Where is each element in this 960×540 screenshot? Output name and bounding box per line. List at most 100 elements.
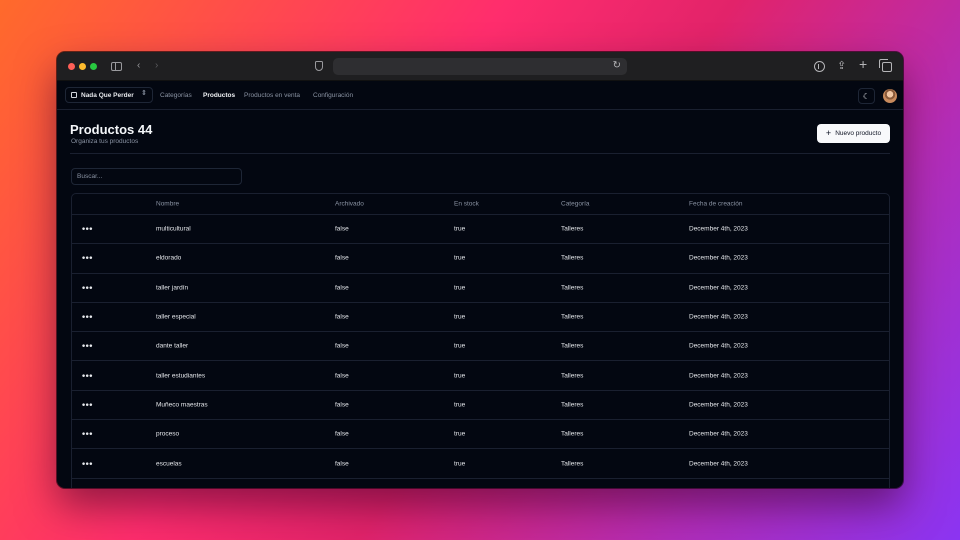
cell-en-stock: true	[454, 225, 466, 233]
cell-nombre: taller jardín	[156, 284, 189, 292]
theme-toggle-button[interactable]: ☾	[858, 88, 875, 104]
cell-fecha: December 4th, 2023	[689, 254, 748, 262]
nav-configuracion[interactable]: Configuración	[313, 92, 353, 99]
chevron-left-icon[interactable]: ‹	[137, 60, 140, 72]
cell-categoria: Talleres	[561, 342, 584, 350]
reload-icon[interactable]: ↻	[613, 60, 621, 71]
cell-nombre: dante taller	[156, 342, 189, 350]
close-window-button[interactable]	[68, 63, 75, 70]
nav-categorias[interactable]: Categorías	[160, 92, 192, 99]
cell-nombre: Muñeco maestras	[156, 401, 208, 409]
cell-categoria: Talleres	[561, 460, 584, 468]
cell-en-stock: true	[454, 313, 466, 321]
maximize-window-button[interactable]	[90, 63, 97, 70]
cell-nombre: escuelas	[156, 460, 182, 468]
cell-categoria: Talleres	[561, 254, 584, 262]
cell-en-stock: true	[454, 430, 466, 438]
cell-fecha: December 4th, 2023	[689, 460, 748, 468]
cell-en-stock: true	[454, 342, 466, 350]
row-actions-button[interactable]: •••	[82, 400, 93, 409]
column-header-fecha[interactable]: Fecha de creación	[689, 201, 742, 208]
cell-nombre: taller estudiantes	[156, 372, 206, 380]
cell-fecha: December 4th, 2023	[689, 342, 748, 350]
cell-archivado: false	[335, 430, 349, 438]
row-actions-button[interactable]: •••	[82, 371, 93, 380]
column-header-nombre[interactable]: Nombre	[156, 201, 179, 208]
cell-nombre: multicultural	[156, 225, 191, 233]
table-header: Nombre Archivado En stock Categoría Fech…	[72, 194, 889, 215]
cell-archivado: false	[335, 254, 349, 262]
address-bar[interactable]: ↻	[333, 58, 627, 75]
table-row[interactable]: ••• taller jardín false true Talleres Decembe…	[72, 274, 889, 303]
row-actions-button[interactable]: •••	[82, 459, 93, 468]
cell-archivado: false	[335, 401, 349, 409]
cell-nombre: taller especial	[156, 313, 196, 321]
download-icon[interactable]	[814, 61, 825, 72]
cell-archivado: false	[335, 460, 349, 468]
cell-categoria: Talleres	[561, 372, 584, 380]
divider	[70, 153, 890, 154]
page-title: Productos 44	[70, 122, 153, 137]
cell-categoria: Talleres	[561, 284, 584, 292]
cell-fecha: December 4th, 2023	[689, 372, 748, 380]
table-body: ••• multicultural false true Talleres Decembe…	[72, 215, 889, 479]
cell-en-stock: true	[454, 401, 466, 409]
shield-icon[interactable]	[315, 61, 323, 71]
cell-archivado: false	[335, 225, 349, 233]
table-row[interactable]: ••• taller estudiantes false true Talleres De…	[72, 361, 889, 391]
row-actions-button[interactable]: •••	[82, 283, 93, 292]
plus-icon[interactable]: +	[859, 56, 867, 72]
cell-en-stock: true	[454, 460, 466, 468]
minimize-window-button[interactable]	[79, 63, 86, 70]
cell-nombre: proceso	[156, 430, 180, 438]
cell-categoria: Talleres	[561, 225, 584, 233]
cell-nombre: eldorado	[156, 254, 182, 262]
cell-fecha: December 4th, 2023	[689, 430, 748, 438]
nav-productos-en-venta[interactable]: Productos en venta	[244, 92, 300, 99]
store-icon	[71, 92, 77, 98]
table-row[interactable]: ••• dante taller false true Talleres December…	[72, 332, 889, 362]
row-actions-button[interactable]: •••	[82, 312, 93, 322]
new-product-label: Nuevo producto	[835, 130, 882, 137]
page-subtitle: Organiza tus productos	[71, 138, 139, 145]
table-row[interactable]: ••• multicultural false true Talleres Decembe…	[72, 215, 889, 245]
moon-icon: ☾	[862, 91, 871, 101]
cell-categoria: Talleres	[561, 313, 584, 321]
share-icon[interactable]: ⇪	[837, 59, 846, 72]
cell-archivado: false	[335, 284, 349, 292]
table-row[interactable]: ••• Muñeco maestras false true Talleres Decem…	[72, 391, 889, 421]
row-actions-button[interactable]: •••	[82, 341, 93, 351]
browser-toolbar: ‹ › ↻ ⇪ +	[57, 52, 903, 81]
app-header: Nada Que Perder ⇕ Categorías Productos P…	[57, 81, 903, 110]
cell-categoria: Talleres	[561, 401, 584, 409]
cell-en-stock: true	[454, 372, 466, 380]
store-switcher[interactable]: Nada Que Perder ⇕	[65, 87, 153, 103]
column-header-en-stock[interactable]: En stock	[454, 201, 479, 208]
column-header-archivado[interactable]: Archivado	[335, 201, 364, 208]
tabs-overview-icon[interactable]	[879, 59, 892, 72]
cell-fecha: December 4th, 2023	[689, 284, 748, 292]
cell-archivado: false	[335, 372, 349, 380]
row-actions-button[interactable]: •••	[82, 253, 93, 263]
table-row[interactable]: ••• proceso false true Talleres December 4th,…	[72, 420, 889, 450]
row-actions-button[interactable]: •••	[82, 224, 93, 234]
new-product-button[interactable]: + Nuevo producto	[817, 124, 890, 143]
plus-icon: +	[825, 128, 832, 138]
browser-window: ‹ › ↻ ⇪ + Nada Que Perder ⇕ Categorías P…	[57, 52, 903, 488]
cell-en-stock: true	[454, 284, 466, 292]
cell-fecha: December 4th, 2023	[689, 225, 748, 233]
row-actions-button[interactable]: •••	[82, 429, 93, 439]
nav-productos[interactable]: Productos	[203, 92, 235, 99]
cell-archivado: false	[335, 313, 349, 321]
sidebar-icon[interactable]	[111, 62, 122, 71]
cell-fecha: December 4th, 2023	[689, 313, 748, 321]
cell-categoria: Talleres	[561, 430, 584, 438]
cell-en-stock: true	[454, 254, 466, 262]
column-header-categoria[interactable]: Categoría	[561, 201, 590, 208]
search-input[interactable]	[71, 168, 242, 185]
table-row[interactable]: ••• taller especial false true Talleres Decem…	[72, 303, 889, 333]
avatar[interactable]	[883, 89, 897, 103]
table-row[interactable]: ••• escuelas false true Talleres December 4th…	[72, 449, 889, 479]
chevron-right-icon[interactable]: ›	[155, 60, 158, 72]
table-row[interactable]: ••• eldorado false true Talleres December 4th…	[72, 244, 889, 274]
